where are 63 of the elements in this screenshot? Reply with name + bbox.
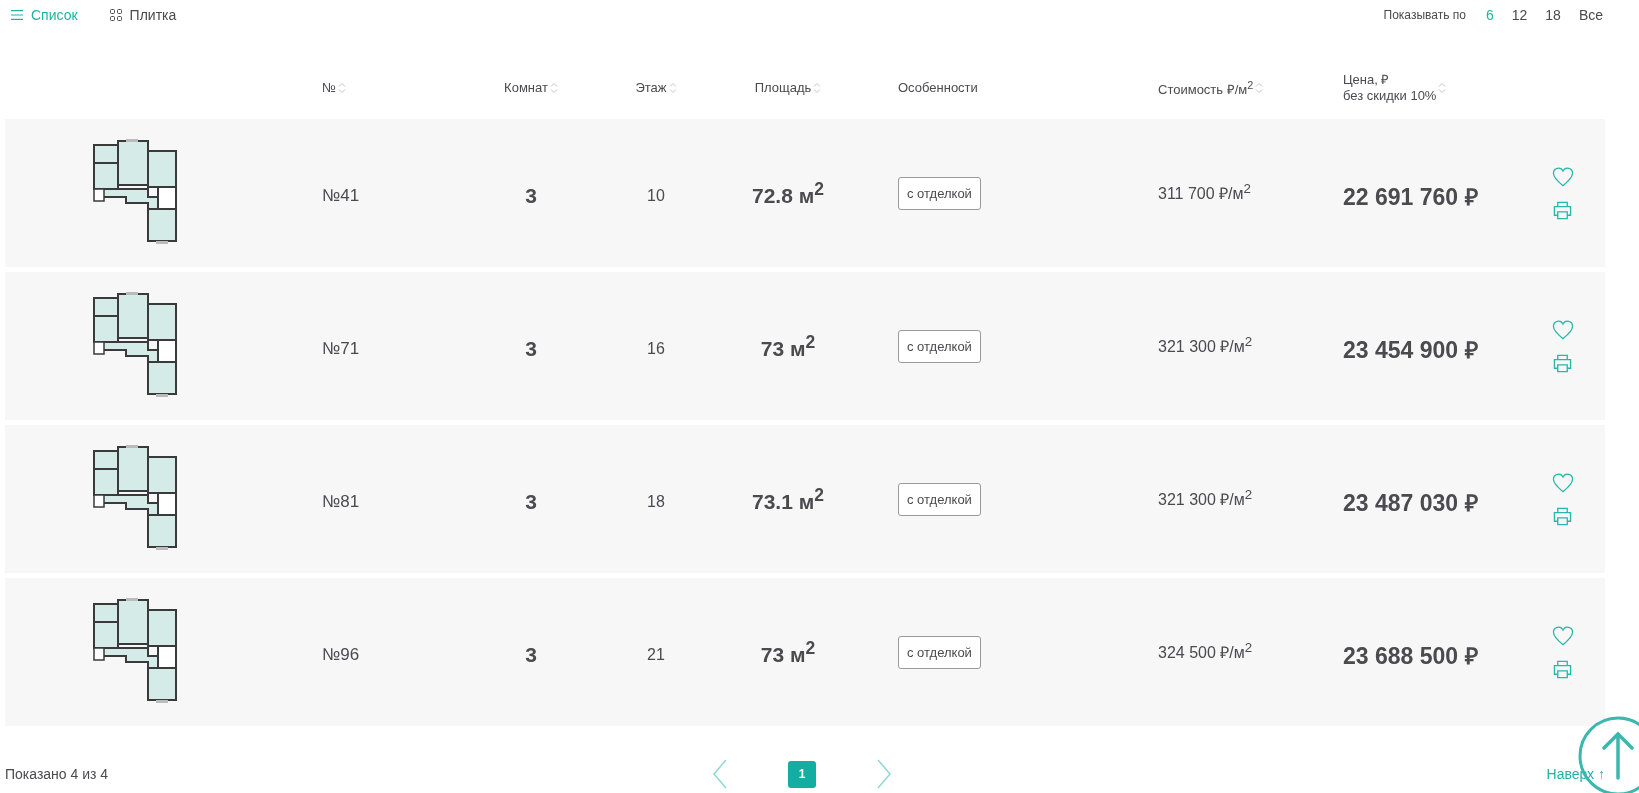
heart-icon[interactable] <box>1551 472 1574 493</box>
column-header: Цена, ₽ без скидки 10% <box>1343 72 1437 104</box>
column-header: № <box>322 80 336 96</box>
results-count: Показано 4 из 4 <box>5 766 109 782</box>
rooms-count: 3 <box>525 183 537 208</box>
apartment-number: №81 <box>322 491 360 512</box>
grid-icon <box>109 9 122 21</box>
page-size-label: Показывать по <box>1383 8 1466 22</box>
sort-icon[interactable] <box>1255 82 1264 94</box>
list-icon <box>11 9 23 21</box>
page-size-option[interactable]: Все <box>1576 7 1605 23</box>
apartment-row[interactable]: №41 3 10 72.8 м$^{2}$ с отделкой 311 700 ₽/м$^{2}$ 22 691 760 ₽ <box>5 119 1605 267</box>
chevron-left-icon[interactable] <box>712 759 728 789</box>
rooms-count: 3 <box>525 642 537 667</box>
column-header: Особенности <box>898 80 978 96</box>
sort-icon[interactable] <box>337 82 346 94</box>
area-value: 73 м$^{2}$ <box>760 331 816 361</box>
sort-icon[interactable] <box>1438 82 1447 94</box>
printer-icon[interactable] <box>1553 353 1572 373</box>
heart-icon[interactable] <box>1551 166 1574 187</box>
chevron-right-icon[interactable] <box>876 759 892 789</box>
area-value: 72.8 м$^{2}$ <box>752 178 824 208</box>
price-value: 23 688 500 ₽ <box>1343 642 1478 671</box>
feature-tag: с отделкой <box>898 176 981 210</box>
page-size-option[interactable]: 18 <box>1543 7 1563 23</box>
heart-icon[interactable] <box>1551 625 1574 646</box>
column-header: Комнат <box>504 80 548 96</box>
floor-number: 10 <box>647 186 665 205</box>
area-value: 73 м$^{2}$ <box>760 637 816 667</box>
rooms-count: 3 <box>525 489 537 514</box>
floor-number: 16 <box>647 339 665 358</box>
price-value: 22 691 760 ₽ <box>1343 183 1478 212</box>
sort-icon[interactable] <box>813 82 822 94</box>
apartment-row[interactable]: №96 3 21 73 м$^{2}$ с отделкой 324 500 ₽/м$^{2}$ 23 688 500 ₽ <box>5 578 1605 726</box>
floor-number: 18 <box>647 492 665 511</box>
floor-number: 21 <box>647 645 665 664</box>
apartment-number: №71 <box>322 338 360 359</box>
sort-icon[interactable] <box>549 82 558 94</box>
page-size-option[interactable]: 12 <box>1509 7 1530 23</box>
view-mode-tab[interactable]: Плитка <box>109 7 177 23</box>
printer-icon[interactable] <box>1553 659 1572 679</box>
apartment-row[interactable]: №81 3 18 73.1 м$^{2}$ с отделкой 321 300 ₽/м$^{2}$ 23 487 030 ₽ <box>5 425 1605 573</box>
sort-icon[interactable] <box>668 82 677 94</box>
price-per-meter: 324 500 ₽/м$^{2}$ <box>1158 640 1253 664</box>
apartment-number: №41 <box>322 185 360 206</box>
column-header: Площадь <box>754 80 812 96</box>
feature-tag: с отделкой <box>898 329 981 363</box>
rooms-count: 3 <box>525 336 537 361</box>
apartment-number: №96 <box>322 644 360 665</box>
price-value: 23 454 900 ₽ <box>1343 336 1478 365</box>
column-header: Этаж <box>635 80 667 96</box>
area-value: 73.1 м$^{2}$ <box>752 484 824 514</box>
feature-tag: с отделкой <box>898 635 981 669</box>
price-per-meter: 311 700 ₽/м$^{2}$ <box>1158 181 1251 205</box>
price-per-meter: 321 300 ₽/м$^{2}$ <box>1158 487 1253 511</box>
feature-tag: с отделкой <box>898 482 981 516</box>
column-header: Стоимость ₽/м$^{2}$ <box>1158 78 1254 98</box>
heart-icon[interactable] <box>1551 319 1574 340</box>
printer-icon[interactable] <box>1553 200 1572 220</box>
price-value: 23 487 030 ₽ <box>1343 489 1478 518</box>
apartment-row[interactable]: №71 3 16 73 м$^{2}$ с отделкой 321 300 ₽/м$^{2}$ 23 454 900 ₽ <box>5 272 1605 420</box>
price-per-meter: 321 300 ₽/м$^{2}$ <box>1158 334 1253 358</box>
printer-icon[interactable] <box>1553 506 1572 526</box>
